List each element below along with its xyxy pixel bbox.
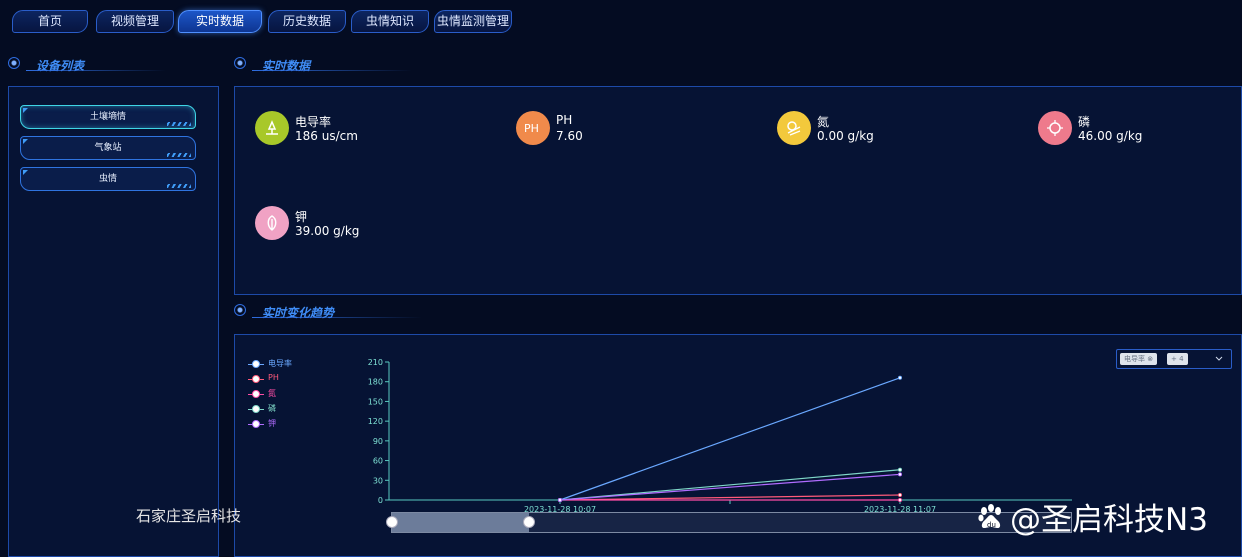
data-point	[558, 497, 563, 502]
data-point	[898, 467, 903, 472]
y-tick-label: 180	[368, 378, 383, 387]
zoom-end-handle[interactable]	[523, 516, 535, 528]
data-point	[898, 472, 903, 477]
data-point	[898, 375, 903, 380]
zoom-start-handle[interactable]	[386, 516, 398, 528]
svg-text:du: du	[987, 521, 996, 529]
y-tick-label: 210	[368, 358, 383, 367]
watermark-right-text: @圣启科技N3	[1010, 502, 1208, 538]
baidu-paw-icon: du	[978, 503, 1001, 529]
y-tick-label: 120	[368, 417, 383, 426]
data-zoom-window[interactable]	[392, 513, 529, 532]
trend-chart: 03060901201501802102023-11-28 10:07 2023-…	[368, 358, 1072, 514]
series-line	[559, 377, 901, 501]
watermark-right: du @圣启科技N3	[976, 494, 1208, 539]
y-tick-label: 0	[378, 496, 383, 505]
y-tick-label: 150	[368, 397, 383, 406]
data-point	[898, 493, 903, 498]
watermark-left: 石家庄圣启科技	[136, 507, 242, 525]
data-point	[898, 497, 903, 502]
y-tick-label: 60	[373, 457, 383, 466]
y-tick-label: 30	[373, 476, 383, 485]
y-tick-label: 90	[373, 437, 383, 446]
data-zoom-track[interactable]	[386, 512, 1072, 533]
